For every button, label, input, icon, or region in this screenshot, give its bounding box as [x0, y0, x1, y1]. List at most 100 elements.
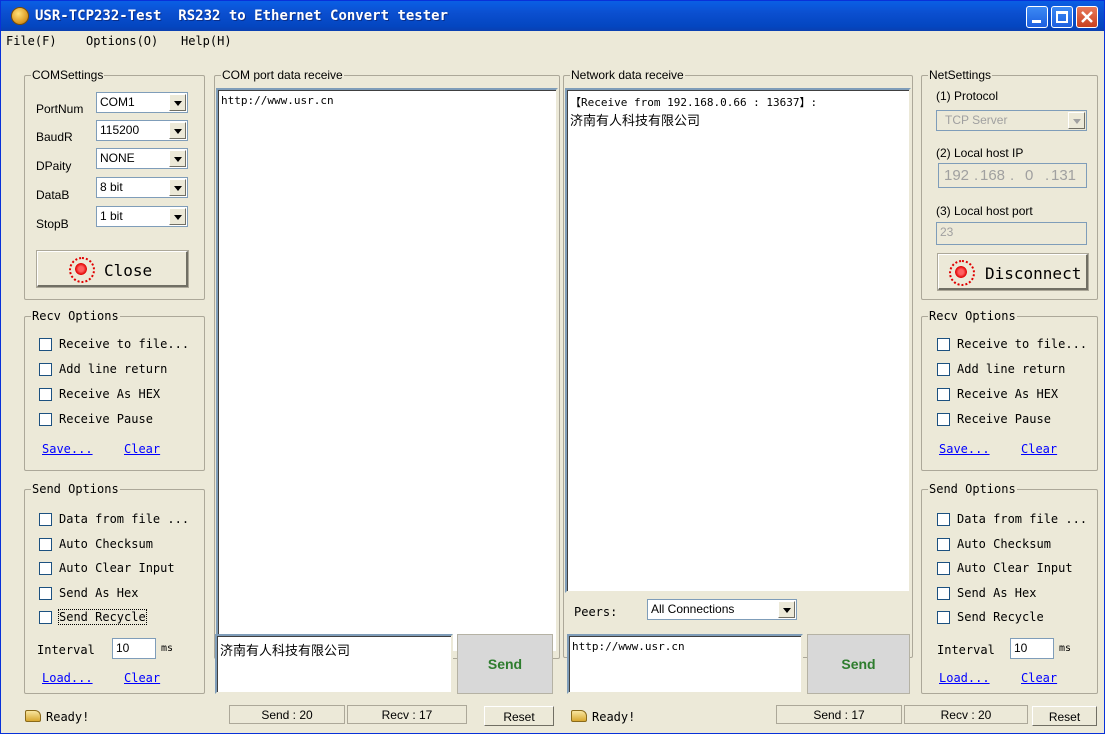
checkbox-label: Receive As HEX: [957, 387, 1059, 401]
checkbox-label: Add line return: [957, 362, 1066, 376]
checkbox-label: Receive Pause: [59, 412, 153, 426]
net-send-input[interactable]: http://www.usr.cn: [567, 634, 803, 694]
local-port-input[interactable]: 23: [936, 222, 1087, 245]
com-receive-textarea[interactable]: http://www.usr.cn: [216, 88, 558, 653]
baud-select[interactable]: 115200: [96, 120, 188, 141]
left-send-clear-link[interactable]: Clear: [124, 671, 160, 685]
checkbox-box: [937, 388, 950, 401]
peers-value: All Connections: [651, 602, 735, 616]
pointing-hand-icon: [25, 710, 41, 722]
checkbox-box: [937, 413, 950, 426]
protocol-select[interactable]: TCP Server: [936, 110, 1087, 131]
checkbox-box: [937, 611, 950, 624]
close-window-button[interactable]: [1076, 6, 1098, 28]
checkbox-label: Auto Clear Input: [957, 561, 1073, 575]
chevron-down-icon: [778, 601, 795, 618]
left-send-legend: Send Options: [31, 482, 120, 496]
port-label: (3) Local host port: [936, 204, 1033, 218]
portnum-value: COM1: [100, 95, 135, 109]
checkbox-box: [39, 363, 52, 376]
protocol-value: TCP Server: [945, 113, 1008, 127]
title-bar: USR-TCP232-Test RS232 to Ethernet Conver…: [1, 1, 1104, 31]
ip-octet-4: 131: [1051, 167, 1077, 184]
checkbox-label: Data from file ...: [957, 512, 1088, 526]
menu-file[interactable]: File(F): [6, 34, 57, 48]
disconnect-label: Disconnect: [985, 264, 1082, 283]
right-reset-button[interactable]: Reset: [1032, 706, 1097, 726]
right-send-legend: Send Options: [928, 482, 1017, 496]
menu-help[interactable]: Help(H): [181, 34, 232, 48]
chevron-down-icon: [169, 94, 186, 111]
checkbox-box: [937, 363, 950, 376]
maximize-button[interactable]: [1051, 6, 1073, 28]
checkbox-label: Send As Hex: [59, 586, 139, 600]
parity-value: NONE: [100, 151, 135, 165]
net-receive-textarea[interactable]: 【Receive from 192.168.0.66 : 13637】: 济南有…: [565, 88, 911, 593]
databits-select[interactable]: 8 bit: [96, 177, 188, 198]
right-recv-count: Recv : 20: [904, 705, 1028, 724]
parity-label: DPaity: [36, 159, 72, 173]
stopbits-select[interactable]: 1 bit: [96, 206, 188, 227]
parity-select[interactable]: NONE: [96, 148, 188, 169]
checkbox-box: [39, 413, 52, 426]
disconnect-button[interactable]: Disconnect: [937, 253, 1089, 291]
left-load-link[interactable]: Load...: [42, 671, 93, 685]
left-interval-label: Interval: [37, 643, 95, 657]
chevron-down-icon: [169, 122, 186, 139]
checkbox-label: Send Recycle: [957, 610, 1044, 624]
checkbox-label: Data from file ...: [59, 512, 190, 526]
app-window: USR-TCP232-Test RS232 to Ethernet Conver…: [0, 0, 1105, 734]
chevron-down-icon: [1068, 112, 1085, 129]
left-recv-count: Recv : 17: [347, 705, 467, 724]
ip-label: (2) Local host IP: [936, 146, 1024, 160]
checkbox-label: Receive to file...: [59, 337, 190, 351]
right-recv-clear-link[interactable]: Clear: [1021, 442, 1057, 456]
close-port-button[interactable]: Close: [36, 250, 189, 288]
right-load-link[interactable]: Load...: [939, 671, 990, 685]
stopbits-label: StopB: [36, 217, 69, 231]
checkbox-label: Send Recycle: [58, 609, 147, 625]
checkbox-box: [39, 562, 52, 575]
net-send-button[interactable]: Send: [807, 634, 910, 694]
databits-label: DataB: [36, 188, 70, 202]
stopbits-value: 1 bit: [100, 209, 123, 223]
red-led-icon: [69, 257, 95, 283]
com-send-button[interactable]: Send: [457, 634, 553, 694]
checkbox-label: Auto Checksum: [957, 537, 1051, 551]
right-send-clear-link[interactable]: Clear: [1021, 671, 1057, 685]
portnum-select[interactable]: COM1: [96, 92, 188, 113]
right-interval-label: Interval: [937, 643, 995, 657]
left-save-link[interactable]: Save...: [42, 442, 93, 456]
right-interval-input[interactable]: 10: [1010, 638, 1054, 659]
ip-address-input[interactable]: 192 . 168 . 0 . 131: [938, 163, 1087, 188]
checkbox-box: [937, 587, 950, 600]
net-receive-line1: 【Receive from 192.168.0.66 : 13637】:: [570, 96, 818, 109]
baud-label: BaudR: [36, 130, 73, 144]
protocol-label: (1) Protocol: [936, 89, 999, 103]
peers-select[interactable]: All Connections: [647, 599, 797, 620]
chevron-down-icon: [169, 208, 186, 225]
pointing-hand-icon: [571, 710, 587, 722]
chevron-down-icon: [169, 150, 186, 167]
checkbox-label: Auto Clear Input: [59, 561, 175, 575]
com-send-input[interactable]: 济南有人科技有限公司: [215, 634, 453, 694]
minimize-button[interactable]: [1026, 6, 1048, 28]
app-name: USR-TCP232-Test: [35, 8, 162, 24]
menu-options[interactable]: Options(O): [86, 34, 158, 48]
right-interval-unit: ms: [1059, 643, 1072, 654]
left-recv-clear-link[interactable]: Clear: [124, 442, 160, 456]
left-reset-button[interactable]: Reset: [484, 706, 554, 726]
left-recv-legend: Recv Options: [31, 309, 120, 323]
menu-bar: File(F) Options(O) Help(H): [1, 31, 1104, 50]
right-send-count: Send : 17: [776, 705, 902, 724]
com-receive-legend: COM port data receive: [221, 68, 344, 82]
close-port-label: Close: [104, 261, 153, 280]
checkbox-box: [937, 538, 950, 551]
right-save-link[interactable]: Save...: [939, 442, 990, 456]
checkbox-box: [937, 562, 950, 575]
checkbox-label: Auto Checksum: [59, 537, 153, 551]
left-interval-input[interactable]: 10: [112, 638, 156, 659]
databits-value: 8 bit: [100, 180, 123, 194]
checkbox-label: Receive As HEX: [59, 387, 161, 401]
portnum-label: PortNum: [36, 102, 84, 116]
